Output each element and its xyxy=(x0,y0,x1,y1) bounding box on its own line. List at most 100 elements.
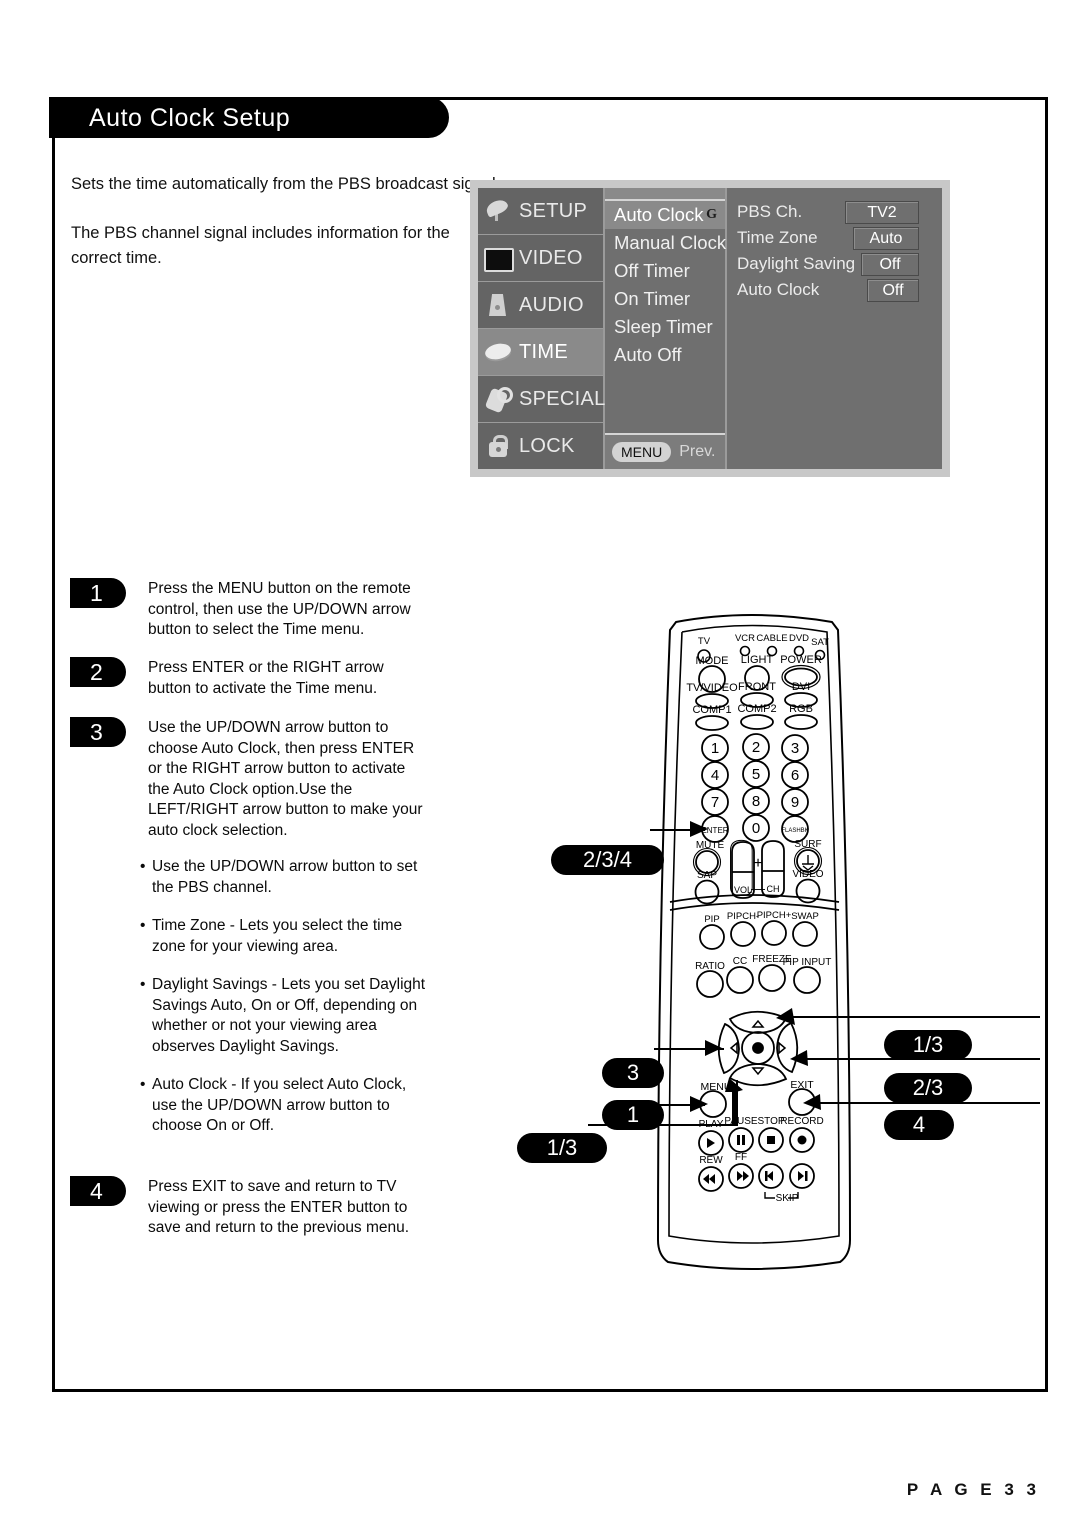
svg-text:4: 4 xyxy=(711,767,719,784)
callout-enter: 2/3/4 xyxy=(551,845,664,875)
setting-value[interactable]: Off xyxy=(861,253,919,276)
intro-paragraph-2: The PBS channel signal includes informat… xyxy=(71,224,450,267)
btn-label-record: RECORD xyxy=(780,1116,823,1127)
led-label-tv: TV xyxy=(698,636,711,647)
step-number-4: 4 xyxy=(70,1176,126,1206)
vol-plus-icon: + xyxy=(753,855,762,872)
svg-text:1: 1 xyxy=(711,740,719,757)
intro-text: Sets the time automatically from the PBS… xyxy=(71,172,501,295)
arrow-left-icon xyxy=(729,1041,738,1055)
sidebar-item-setup[interactable]: SETUP xyxy=(478,188,603,235)
stop-icon xyxy=(767,1136,775,1144)
callout-right: 2/3 xyxy=(884,1073,972,1103)
btn-label-power: POWER xyxy=(780,654,822,666)
button-cc xyxy=(726,966,754,994)
step-number-2: 2 xyxy=(70,657,126,687)
sidebar-item-special[interactable]: SPECIAL xyxy=(478,376,605,423)
button-freeze xyxy=(758,964,786,992)
callout-left: 3 xyxy=(602,1058,664,1088)
sidebar-item-audio[interactable]: AUDIO xyxy=(478,282,603,329)
btn-label-ch: CH xyxy=(767,884,780,894)
callout-up: 1/3 xyxy=(884,1030,972,1060)
step-text-1: Press the MENU button on the remote cont… xyxy=(148,580,411,638)
satellite-dish-icon xyxy=(484,198,514,224)
menu-item-off-timer[interactable]: Off Timer xyxy=(605,257,725,285)
setting-value[interactable]: Off xyxy=(867,279,919,302)
button-video xyxy=(795,878,821,904)
btn-label-rgb: RGB xyxy=(789,703,813,715)
setting-value[interactable]: TV2 xyxy=(845,201,919,224)
btn-label-ff: FF xyxy=(735,1152,747,1163)
intro-paragraph-1: Sets the time automatically from the PBS… xyxy=(71,175,501,193)
setting-label: Auto Clock xyxy=(737,280,820,299)
step-number-3: 3 xyxy=(70,717,126,747)
play-icon xyxy=(707,1138,715,1148)
remote-control-diagram: TV VCR CABLE DVD SAT MODE LIGHT POWER TV… xyxy=(500,600,1040,1280)
arrow-right-icon xyxy=(778,1041,787,1055)
callout-down: 1/3 xyxy=(517,1133,607,1163)
setting-label: PBS Ch. xyxy=(737,202,803,221)
setting-value[interactable]: Auto xyxy=(853,227,919,250)
padlock-icon xyxy=(484,433,514,459)
menu-item-label: Off Timer xyxy=(614,260,690,281)
setting-label: Daylight Saving xyxy=(737,254,856,273)
led-label-sat: SAT xyxy=(811,637,829,648)
button-pipch-minus xyxy=(730,921,756,947)
list-item: Daylight Savings - Lets you set Daylight… xyxy=(140,975,430,1057)
vol-minus-icon: — xyxy=(751,880,765,896)
osd-sidebar: SETUP VIDEO AUDIO TIME SPECIAL LOCK xyxy=(478,188,605,469)
step-number-label: 4 xyxy=(90,1178,103,1204)
btn-label-cc: CC xyxy=(733,956,747,967)
btn-label-comp2: COMP2 xyxy=(737,703,776,715)
sidebar-item-label: TIME xyxy=(519,340,568,363)
record-icon xyxy=(797,1135,807,1145)
led-label-vcr: VCR xyxy=(735,633,755,644)
svg-text:5: 5 xyxy=(752,766,760,783)
menu-item-on-timer[interactable]: On Timer xyxy=(605,285,725,313)
arrow-down-icon xyxy=(751,1067,765,1076)
step-number-label: 2 xyxy=(90,659,103,685)
page-number: P A G E 3 3 xyxy=(906,1480,1040,1499)
sidebar-item-lock[interactable]: LOCK xyxy=(478,423,603,469)
menu-button-pill[interactable]: MENU xyxy=(612,442,672,462)
btn-label-comp1: COMP1 xyxy=(692,704,731,716)
btn-label-dvi: DVI xyxy=(792,681,810,693)
svg-text:8: 8 xyxy=(752,793,760,810)
svg-text:9: 9 xyxy=(791,794,799,811)
btn-label-tv-video: TV/VIDEO xyxy=(686,682,738,694)
osd-menu: SETUP VIDEO AUDIO TIME SPECIAL LOCK Auto… xyxy=(470,180,950,477)
menu-item-auto-off[interactable]: Auto Off xyxy=(605,341,725,369)
callout-menu: 1 xyxy=(602,1100,664,1130)
list-item: Time Zone - Lets you select the time zon… xyxy=(140,916,430,957)
menu-item-sleep-timer[interactable]: Sleep Timer xyxy=(605,313,725,341)
menu-item-auto-clock[interactable]: Auto Clock G xyxy=(605,201,725,229)
button-pip-input xyxy=(793,966,821,994)
page-title: Auto Clock Setup xyxy=(89,104,291,132)
setting-row-auto-clock[interactable]: Auto Clock Off xyxy=(727,277,942,303)
btn-label-vol: VOL xyxy=(734,885,752,895)
setting-row-time-zone[interactable]: Time Zone Auto xyxy=(727,225,942,251)
btn-label-pipch-plus: PIPCH+ xyxy=(757,910,792,921)
menu-item-label: Auto Clock xyxy=(614,204,704,225)
setting-row-pbs-ch[interactable]: PBS Ch. TV2 xyxy=(727,199,942,225)
menu-item-label: Auto Off xyxy=(614,344,682,365)
btn-label-swap: SWAP xyxy=(791,911,819,922)
btn-label-pip: PIP xyxy=(704,914,719,925)
svg-text:3: 3 xyxy=(791,740,799,757)
list-item: Use the UP/DOWN arrow button to set the … xyxy=(140,857,430,898)
sidebar-item-video[interactable]: VIDEO xyxy=(478,235,603,282)
button-pipch-plus xyxy=(761,920,787,946)
button-pip xyxy=(699,924,725,950)
step-text-3: Use the UP/DOWN arrow button to choose A… xyxy=(148,719,423,839)
sidebar-item-time[interactable]: TIME xyxy=(478,329,603,376)
sidebar-item-label: VIDEO xyxy=(519,246,583,269)
fast-forward-icon xyxy=(737,1171,749,1181)
setting-label: Time Zone xyxy=(737,228,818,247)
tv-screen-icon xyxy=(484,245,514,272)
btn-label-sap: SAP xyxy=(697,870,717,881)
remote-control-illustration: TV VCR CABLE DVD SAT MODE LIGHT POWER TV… xyxy=(656,614,852,1270)
setting-row-daylight-saving[interactable]: Daylight Saving Off xyxy=(727,251,942,277)
svg-text:7: 7 xyxy=(711,794,719,811)
skip-forward-icon xyxy=(798,1171,804,1181)
menu-item-manual-clock[interactable]: Manual Clock xyxy=(605,229,726,257)
